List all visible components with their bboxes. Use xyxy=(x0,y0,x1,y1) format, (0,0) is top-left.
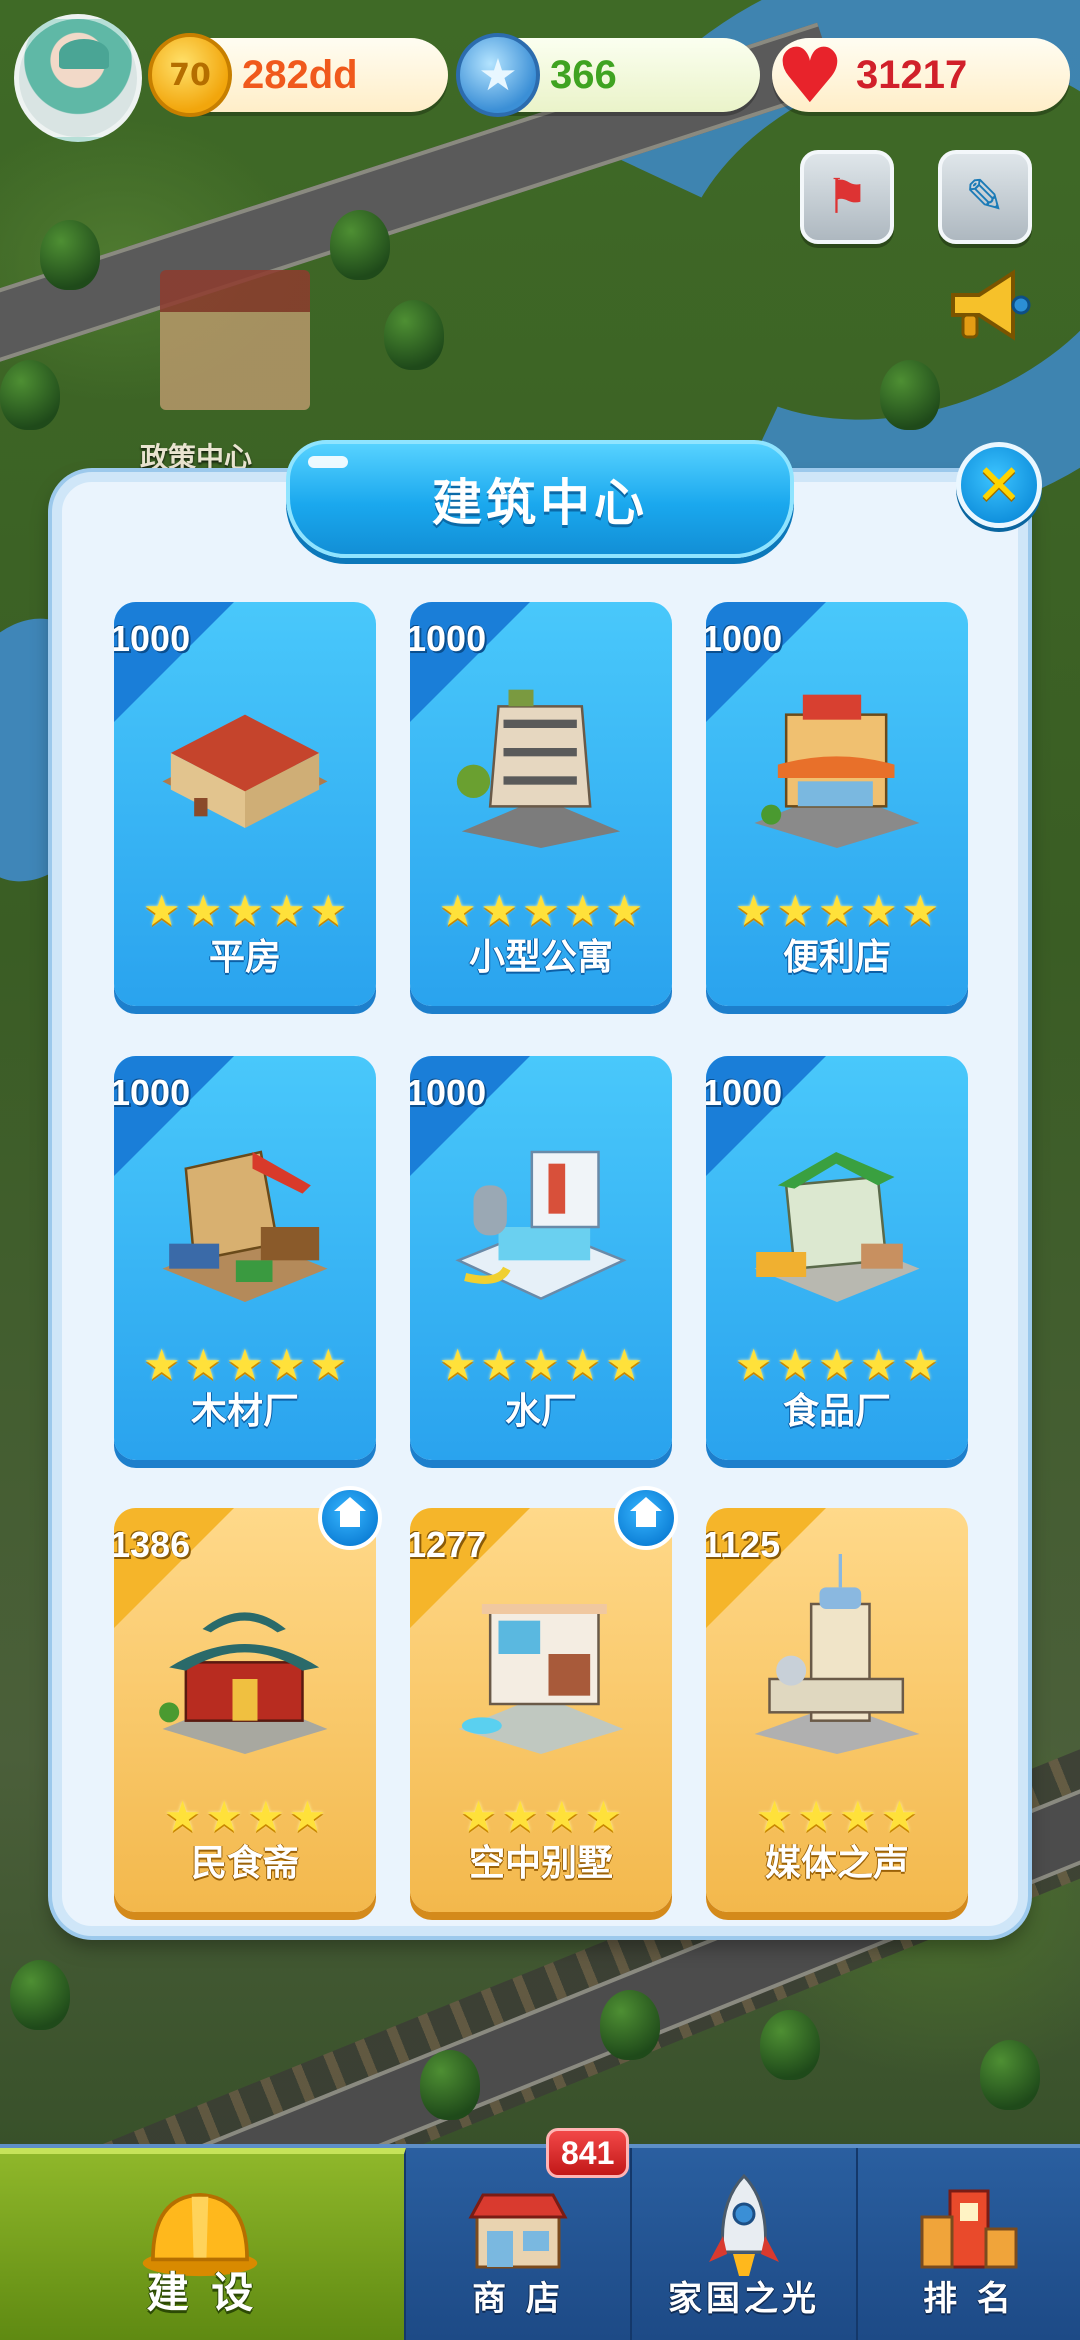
nav-build[interactable]: 建 设 xyxy=(0,2148,406,2340)
blue-star-icon: ★ xyxy=(456,33,540,117)
building-name: 小型公寓 xyxy=(468,937,613,978)
building-card[interactable]: 1000 ★ ★ ★ ★ ★ 木材厂 xyxy=(114,1056,376,1460)
nav-national-glory-label: 家国之光 xyxy=(668,2279,820,2319)
building-image xyxy=(134,1554,356,1754)
star-value: 366 xyxy=(550,52,617,97)
home-icon xyxy=(630,1497,662,1531)
building-name: 空中别墅 xyxy=(468,1843,613,1884)
building-image xyxy=(726,1554,948,1754)
building-name: 平房 xyxy=(208,937,281,978)
building-price: 1125 xyxy=(706,1524,781,1565)
building-card[interactable]: 1000 ★ ★ ★ ★ ★ 便利店 xyxy=(706,602,968,1006)
home-badge[interactable] xyxy=(318,1486,382,1550)
nav-ranking-label: 排 名 xyxy=(923,2279,1015,2319)
tree xyxy=(40,220,100,290)
coin-counter[interactable]: 70 282dd xyxy=(148,33,448,117)
building-image xyxy=(430,648,652,848)
building-price: 1277 xyxy=(410,1524,487,1565)
close-icon: ✕ xyxy=(975,452,1023,518)
policy-center-building[interactable] xyxy=(160,270,310,410)
building-name: 媒体之声 xyxy=(764,1843,909,1884)
heart-counter[interactable]: ♥ 31217 xyxy=(772,31,1070,120)
megaphone-button[interactable] xyxy=(940,262,1036,348)
building-price: 1000 xyxy=(706,1072,783,1113)
ranking-icon xyxy=(909,2172,1029,2282)
tree xyxy=(0,360,60,430)
tree xyxy=(760,2010,820,2080)
heart-value: 31217 xyxy=(856,52,968,97)
notepad-button[interactable]: ✎ xyxy=(938,150,1032,244)
bottom-nav: 建 设 商 店 家国之光 排 名 xyxy=(0,2144,1080,2340)
shop-icon xyxy=(458,2172,578,2282)
building-price: 1386 xyxy=(114,1524,191,1565)
megaphone-icon xyxy=(951,269,1031,341)
building-image xyxy=(134,1102,356,1302)
event-icon: ⚑ xyxy=(825,169,869,225)
building-image xyxy=(430,1554,652,1754)
shop-notification-badge: 841 xyxy=(546,2128,630,2178)
nav-national-glory[interactable]: 家国之光 xyxy=(632,2148,858,2340)
building-name: 木材厂 xyxy=(190,1391,299,1432)
nav-shop-label: 商 店 xyxy=(472,2279,564,2319)
coin-value: 282dd xyxy=(242,52,358,97)
building-card[interactable]: 1000 ★ ★ ★ ★ ★ 平房 xyxy=(114,602,376,1006)
building-image xyxy=(430,1102,652,1302)
building-price: 1000 xyxy=(114,618,191,659)
home-icon xyxy=(334,1497,366,1531)
building-name: 便利店 xyxy=(782,937,891,978)
building-price: 1000 xyxy=(410,618,487,659)
home-badge[interactable] xyxy=(614,1486,678,1550)
tree xyxy=(880,360,940,430)
event-button[interactable]: ⚑ xyxy=(800,150,894,244)
rocket-icon xyxy=(684,2172,804,2282)
dialog-title: 建筑中心 xyxy=(286,440,794,558)
building-price: 1000 xyxy=(706,618,783,659)
tree xyxy=(384,300,444,370)
heart-icon: ♥ xyxy=(775,30,845,120)
coin-icon: 70 xyxy=(148,33,232,117)
building-card[interactable]: 1000 ★ ★ ★ ★ ★ 食品厂 xyxy=(706,1056,968,1460)
tree xyxy=(600,1990,660,2060)
tree xyxy=(980,2040,1040,2110)
star-counter[interactable]: ★ 366 xyxy=(456,33,760,117)
tree xyxy=(420,2050,480,2120)
building-card[interactable]: 1000 ★ ★ ★ ★ ★ 小型公寓 xyxy=(410,602,672,1006)
nav-build-label: 建 设 xyxy=(146,2268,258,2317)
building-card[interactable]: 1125 ★ ★ ★ ★ 媒体之声 xyxy=(706,1508,968,1912)
close-button[interactable]: ✕ xyxy=(956,442,1042,528)
building-price: 1000 xyxy=(114,1072,191,1113)
tree xyxy=(330,210,390,280)
building-card[interactable]: 1386 ★ ★ ★ ★ 民食斋 xyxy=(114,1508,376,1912)
building-image xyxy=(134,648,356,848)
tree xyxy=(10,1960,70,2030)
building-name: 食品厂 xyxy=(782,1391,891,1432)
building-name: 民食斋 xyxy=(190,1843,299,1884)
notepad-icon: ✎ xyxy=(964,169,1006,225)
map-building-label: 政策中心 xyxy=(140,441,253,474)
building-card[interactable]: 1000 ★ ★ ★ ★ ★ 水厂 xyxy=(410,1056,672,1460)
building-card[interactable]: 1277 ★ ★ ★ ★ 空中别墅 xyxy=(410,1508,672,1912)
player-avatar[interactable] xyxy=(14,14,142,142)
building-image xyxy=(726,1102,948,1302)
building-image xyxy=(726,648,948,848)
building-name: 水厂 xyxy=(504,1391,577,1432)
nav-ranking[interactable]: 排 名 xyxy=(858,2148,1080,2340)
building-price: 1000 xyxy=(410,1072,487,1113)
